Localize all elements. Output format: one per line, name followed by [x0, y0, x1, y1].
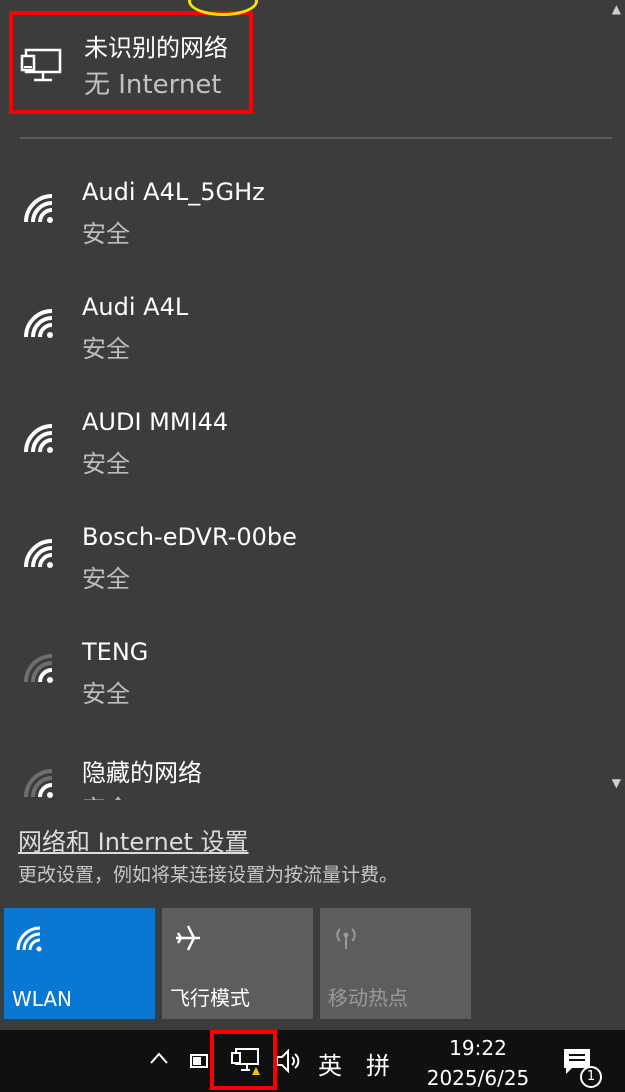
airplane-mode-label: 飞行模式 — [170, 986, 250, 1010]
network-warning-icon[interactable] — [230, 1046, 262, 1076]
wifi-network-item[interactable]: TENG 安全 — [0, 600, 612, 715]
scrollbar[interactable]: ▲ ▼ — [609, 0, 625, 800]
wifi-network-security: 安全 — [82, 450, 130, 478]
current-network-status: 无 Internet — [84, 70, 222, 100]
wifi-network-name: Audi A4L_5GHz — [82, 178, 265, 206]
clock-time[interactable]: 19:22 — [426, 1036, 530, 1060]
wifi-signal-full-icon — [24, 424, 53, 453]
wifi-network-item[interactable]: 隐藏的网络 安全 — [0, 715, 612, 800]
battery-icon[interactable] — [190, 1052, 210, 1070]
wifi-signal-weak-icon — [24, 654, 53, 683]
wifi-network-name: AUDI MMI44 — [82, 408, 229, 436]
wifi-network-item[interactable]: AUDI MMI44 安全 — [0, 370, 612, 485]
current-network-name: 未识别的网络 — [84, 34, 228, 62]
wlan-toggle-button[interactable]: WLAN — [4, 908, 155, 1019]
scroll-down-arrow-icon[interactable]: ▼ — [612, 776, 621, 790]
wifi-network-name: TENG — [82, 638, 149, 666]
airplane-icon — [176, 925, 200, 951]
chevron-up-icon[interactable] — [148, 1048, 170, 1070]
divider — [20, 137, 612, 139]
wifi-network-item[interactable]: Audi A4L 安全 — [0, 255, 612, 370]
hotspot-icon — [336, 928, 356, 949]
wifi-network-security: 安全 — [82, 789, 130, 800]
wifi-network-item[interactable]: Audi A4L_5GHz 安全 — [0, 140, 612, 255]
wifi-network-security: 安全 — [82, 220, 130, 248]
wifi-network-list: Audi A4L_5GHz 安全 Audi A4L 安全 AUDI MMI44 … — [0, 140, 612, 800]
mobile-hotspot-button[interactable]: 移动热点 — [320, 908, 471, 1019]
ime-language-indicator[interactable]: 英 — [318, 1046, 342, 1081]
wifi-signal-full-icon — [24, 309, 53, 338]
network-flyout: 未识别的网络 无 Internet Audi A4L_5GHz 安全 Audi … — [0, 0, 625, 1030]
airplane-mode-button[interactable]: 飞行模式 — [162, 908, 313, 1019]
ime-mode-indicator[interactable]: 拼 — [366, 1046, 390, 1081]
volume-icon[interactable] — [274, 1048, 304, 1074]
notification-count-badge: 1 — [580, 1066, 602, 1088]
ethernet-monitor-icon — [20, 48, 62, 82]
wifi-signal-full-icon — [24, 539, 53, 568]
wifi-network-name: Bosch-eDVR-00be — [82, 523, 297, 551]
wifi-network-name: 隐藏的网络 — [82, 759, 202, 787]
clock-date[interactable]: 2025/6/25 — [420, 1066, 536, 1090]
network-settings-description: 更改设置，例如将某连接设置为按流量计费。 — [18, 864, 399, 886]
wifi-signal-weak-icon — [24, 769, 53, 798]
wlan-label: WLAN — [12, 987, 73, 1011]
wifi-icon — [16, 926, 42, 952]
wifi-signal-full-icon — [24, 194, 53, 223]
wifi-network-security: 安全 — [82, 335, 130, 363]
network-settings-link[interactable]: 网络和 Internet 设置 — [18, 822, 249, 857]
wifi-network-security: 安全 — [82, 565, 130, 593]
scroll-up-arrow-icon[interactable]: ▲ — [612, 2, 621, 16]
mobile-hotspot-label: 移动热点 — [328, 986, 408, 1010]
wifi-network-item[interactable]: Bosch-eDVR-00be 安全 — [0, 485, 612, 600]
wifi-network-name: Audi A4L — [82, 293, 189, 321]
current-network-item[interactable]: 未识别的网络 无 Internet — [0, 0, 612, 138]
taskbar: 英 拼 19:22 2025/6/25 1 — [0, 1030, 625, 1092]
wifi-network-security: 安全 — [82, 680, 130, 708]
